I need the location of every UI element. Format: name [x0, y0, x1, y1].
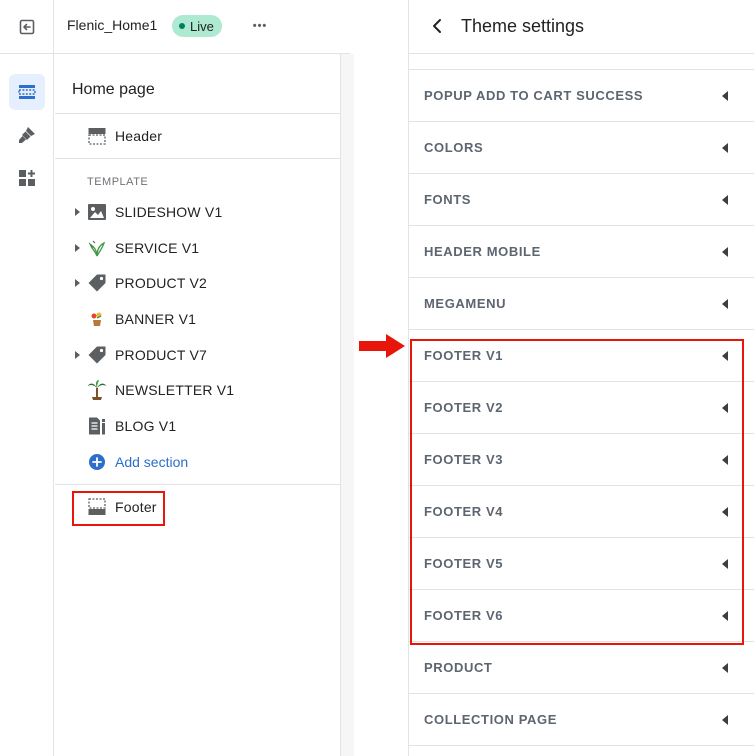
- page-title: Home page: [72, 81, 155, 98]
- store-name: Flenic_Home1: [67, 17, 158, 33]
- setting-header-mobile[interactable]: HEADER MOBILE: [409, 226, 754, 278]
- caret-left-icon: [722, 715, 728, 725]
- expand-caret-icon[interactable]: [75, 244, 80, 252]
- rail-theme-settings-button[interactable]: [9, 117, 45, 153]
- section-product-v2[interactable]: PRODUCT V2: [55, 266, 340, 300]
- apps-icon: [19, 170, 35, 186]
- add-section-button[interactable]: Add section: [55, 445, 340, 479]
- editor-topbar: Flenic_Home1 Live •••: [0, 0, 350, 54]
- caret-left-icon: [722, 195, 728, 205]
- caret-left-icon: [722, 247, 728, 257]
- image-icon: [87, 202, 107, 222]
- section-label: PRODUCT V7: [115, 347, 207, 363]
- red-arrow-icon: [359, 334, 405, 358]
- section-label: SERVICE V1: [115, 240, 200, 256]
- live-status-badge: Live: [172, 15, 222, 37]
- setting-megamenu[interactable]: MEGAMENU: [409, 278, 754, 330]
- panel-gutter: [340, 54, 354, 756]
- footer-highlight-box: [72, 491, 165, 526]
- caret-left-icon: [722, 91, 728, 101]
- expand-caret-icon[interactable]: [75, 208, 80, 216]
- theme-settings-title: Theme settings: [461, 16, 585, 36]
- sections-panel: Home page Header TEMPLATE SLIDESHOW V1 S…: [55, 54, 340, 756]
- setting-label: FONTS: [424, 192, 472, 207]
- setting-label: COLORS: [424, 140, 484, 155]
- tag-icon: [87, 273, 107, 293]
- header-layout-icon: [87, 126, 107, 146]
- setting-collection-page[interactable]: COLLECTION PAGE: [409, 694, 754, 746]
- setting-product[interactable]: PRODUCT: [409, 642, 754, 694]
- caret-left-icon: [722, 143, 728, 153]
- caret-left-icon: [722, 299, 728, 309]
- setting-label: COLLECTION PAGE: [424, 712, 557, 727]
- chevron-left-icon: [433, 19, 441, 33]
- divider: [55, 113, 340, 114]
- setting-fonts[interactable]: FONTS: [409, 174, 754, 226]
- editor-rail: [0, 54, 54, 756]
- caret-left-icon: [722, 663, 728, 673]
- section-header[interactable]: Header: [55, 119, 340, 153]
- tag-icon: [87, 345, 107, 365]
- section-newsletter-v1[interactable]: NEWSLETTER V1: [55, 373, 340, 407]
- section-label: PRODUCT V2: [115, 275, 207, 291]
- more-actions-button[interactable]: •••: [247, 14, 273, 38]
- palm-tree-icon: [87, 380, 107, 400]
- section-banner-v1[interactable]: BANNER V1: [55, 302, 340, 336]
- theme-settings-header: Theme settings: [409, 0, 754, 54]
- section-label: Header: [115, 128, 163, 144]
- footer-settings-highlight-box: [410, 339, 744, 645]
- setting-label: MEGAMENU: [424, 296, 507, 311]
- section-product-v7[interactable]: PRODUCT V7: [55, 338, 340, 372]
- rail-apps-button[interactable]: [9, 160, 45, 196]
- add-section-label: Add section: [115, 454, 189, 470]
- section-label: BANNER V1: [115, 311, 197, 327]
- blog-icon: [87, 416, 107, 436]
- section-blog-v1[interactable]: BLOG V1: [55, 409, 340, 443]
- live-dot-icon: [179, 23, 185, 29]
- section-label: NEWSLETTER V1: [115, 382, 235, 398]
- template-group-label: TEMPLATE: [87, 176, 149, 188]
- back-button[interactable]: [427, 15, 447, 37]
- live-badge-label: Live: [190, 18, 214, 34]
- setting-label: HEADER MOBILE: [424, 244, 541, 259]
- expand-caret-icon[interactable]: [75, 279, 80, 287]
- rail-sections-button[interactable]: [9, 74, 45, 110]
- sections-icon: [18, 85, 36, 99]
- flower-pot-icon: [87, 309, 107, 329]
- setting-popup-add-to-cart-success[interactable]: POPUP ADD TO CART SUCCESS: [409, 70, 754, 122]
- setting-label: PRODUCT: [424, 660, 493, 675]
- setting-colors[interactable]: COLORS: [409, 122, 754, 174]
- exit-icon: [19, 19, 34, 35]
- exit-editor-button[interactable]: [0, 0, 54, 54]
- section-slideshow-v1[interactable]: SLIDESHOW V1: [55, 195, 340, 229]
- section-label: SLIDESHOW V1: [115, 204, 223, 220]
- divider: [55, 484, 340, 485]
- section-label: BLOG V1: [115, 418, 177, 434]
- setting-label: POPUP ADD TO CART SUCCESS: [424, 88, 644, 103]
- expand-caret-icon[interactable]: [75, 351, 80, 359]
- more-dots-icon: •••: [252, 20, 268, 32]
- plant-icon: [87, 238, 107, 258]
- section-service-v1[interactable]: SERVICE V1: [55, 231, 340, 265]
- plus-circle-icon: [87, 452, 107, 472]
- divider: [55, 158, 340, 159]
- paintbrush-icon: [19, 127, 35, 143]
